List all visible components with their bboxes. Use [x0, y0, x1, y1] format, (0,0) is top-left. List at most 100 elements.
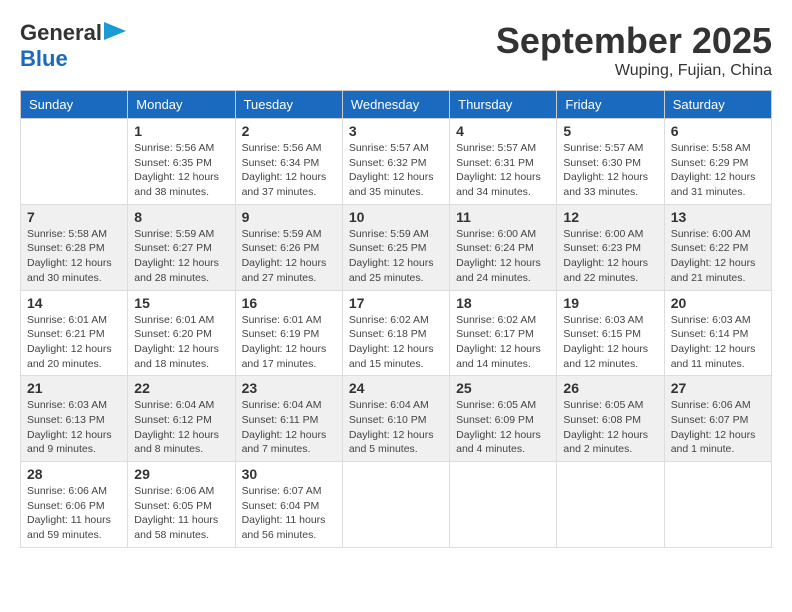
calendar-cell — [342, 462, 449, 548]
day-number: 10 — [349, 209, 443, 225]
day-number: 17 — [349, 295, 443, 311]
calendar-cell: 1 Sunrise: 5:56 AMSunset: 6:35 PMDaylight… — [128, 119, 235, 205]
day-number: 20 — [671, 295, 765, 311]
day-number: 26 — [563, 380, 657, 396]
day-number: 15 — [134, 295, 228, 311]
day-info: Sunrise: 5:56 AMSunset: 6:34 PMDaylight:… — [242, 141, 336, 200]
day-number: 21 — [27, 380, 121, 396]
calendar-cell: 30Sunrise: 6:07 AMSunset: 6:04 PMDayligh… — [235, 462, 342, 548]
calendar-header-row: SundayMondayTuesdayWednesdayThursdayFrid… — [21, 91, 772, 119]
calendar-cell: 4 Sunrise: 5:57 AMSunset: 6:31 PMDaylight… — [450, 119, 557, 205]
day-info: Sunrise: 6:05 AMSunset: 6:08 PMDaylight:… — [563, 398, 657, 457]
calendar-cell — [21, 119, 128, 205]
day-info: Sunrise: 6:02 AMSunset: 6:18 PMDaylight:… — [349, 313, 443, 372]
logo-text: General — [20, 20, 102, 46]
day-number: 29 — [134, 466, 228, 482]
calendar-cell: 22Sunrise: 6:04 AMSunset: 6:12 PMDayligh… — [128, 376, 235, 462]
calendar-cell: 5 Sunrise: 5:57 AMSunset: 6:30 PMDaylight… — [557, 119, 664, 205]
calendar-cell: 29 Sunrise: 6:06 AMSunset: 6:05 PMDayligh… — [128, 462, 235, 548]
day-number: 23 — [242, 380, 336, 396]
calendar-table: SundayMondayTuesdayWednesdayThursdayFrid… — [20, 90, 772, 548]
day-info: Sunrise: 6:00 AMSunset: 6:22 PMDaylight:… — [671, 227, 765, 286]
day-number: 7 — [27, 209, 121, 225]
calendar-cell: 6Sunrise: 5:58 AMSunset: 6:29 PMDaylight… — [664, 119, 771, 205]
day-number: 5 — [563, 123, 657, 139]
calendar-cell: 23 Sunrise: 6:04 AMSunset: 6:11 PMDayligh… — [235, 376, 342, 462]
day-number: 19 — [563, 295, 657, 311]
day-info: Sunrise: 6:03 AMSunset: 6:15 PMDaylight:… — [563, 313, 657, 372]
day-number: 12 — [563, 209, 657, 225]
calendar-cell: 7 Sunrise: 5:58 AMSunset: 6:28 PMDaylight… — [21, 204, 128, 290]
calendar-week-row: 7 Sunrise: 5:58 AMSunset: 6:28 PMDaylight… — [21, 204, 772, 290]
calendar-cell: 8 Sunrise: 5:59 AMSunset: 6:27 PMDaylight… — [128, 204, 235, 290]
weekday-header-tuesday: Tuesday — [235, 91, 342, 119]
day-info: Sunrise: 6:04 AMSunset: 6:11 PMDaylight:… — [242, 398, 336, 457]
day-info: Sunrise: 5:57 AMSunset: 6:32 PMDaylight:… — [349, 141, 443, 200]
day-info: Sunrise: 6:01 AMSunset: 6:20 PMDaylight:… — [134, 313, 228, 372]
calendar-cell: 14Sunrise: 6:01 AMSunset: 6:21 PMDayligh… — [21, 290, 128, 376]
calendar-cell: 19 Sunrise: 6:03 AMSunset: 6:15 PMDayligh… — [557, 290, 664, 376]
calendar-cell: 10 Sunrise: 5:59 AMSunset: 6:25 PMDayligh… — [342, 204, 449, 290]
day-number: 16 — [242, 295, 336, 311]
day-number: 27 — [671, 380, 765, 396]
day-info: Sunrise: 6:03 AMSunset: 6:14 PMDaylight:… — [671, 313, 765, 372]
calendar-week-row: 28Sunrise: 6:06 AMSunset: 6:06 PMDayligh… — [21, 462, 772, 548]
day-number: 13 — [671, 209, 765, 225]
day-number: 18 — [456, 295, 550, 311]
page-header: General Blue September 2025 Wuping, Fuji… — [20, 20, 772, 80]
day-number: 1 — [134, 123, 228, 139]
calendar-cell: 2 Sunrise: 5:56 AMSunset: 6:34 PMDaylight… — [235, 119, 342, 205]
day-info: Sunrise: 5:59 AMSunset: 6:26 PMDaylight:… — [242, 227, 336, 286]
day-info: Sunrise: 6:00 AMSunset: 6:23 PMDaylight:… — [563, 227, 657, 286]
logo-blue-text: Blue — [20, 46, 68, 71]
calendar-cell: 21 Sunrise: 6:03 AMSunset: 6:13 PMDayligh… — [21, 376, 128, 462]
day-number: 8 — [134, 209, 228, 225]
day-number: 6 — [671, 123, 765, 139]
weekday-header-saturday: Saturday — [664, 91, 771, 119]
location: Wuping, Fujian, China — [496, 62, 772, 80]
calendar-cell: 26 Sunrise: 6:05 AMSunset: 6:08 PMDayligh… — [557, 376, 664, 462]
day-info: Sunrise: 5:57 AMSunset: 6:30 PMDaylight:… — [563, 141, 657, 200]
calendar-cell: 20 Sunrise: 6:03 AMSunset: 6:14 PMDayligh… — [664, 290, 771, 376]
calendar-cell: 13 Sunrise: 6:00 AMSunset: 6:22 PMDayligh… — [664, 204, 771, 290]
weekday-header-thursday: Thursday — [450, 91, 557, 119]
calendar-cell: 18 Sunrise: 6:02 AMSunset: 6:17 PMDayligh… — [450, 290, 557, 376]
day-number: 11 — [456, 209, 550, 225]
calendar-cell: 11Sunrise: 6:00 AMSunset: 6:24 PMDayligh… — [450, 204, 557, 290]
day-number: 4 — [456, 123, 550, 139]
weekday-header-sunday: Sunday — [21, 91, 128, 119]
day-info: Sunrise: 5:59 AMSunset: 6:27 PMDaylight:… — [134, 227, 228, 286]
day-info: Sunrise: 6:06 AMSunset: 6:05 PMDaylight:… — [134, 484, 228, 543]
calendar-cell: 24 Sunrise: 6:04 AMSunset: 6:10 PMDayligh… — [342, 376, 449, 462]
calendar-week-row: 1 Sunrise: 5:56 AMSunset: 6:35 PMDaylight… — [21, 119, 772, 205]
day-number: 2 — [242, 123, 336, 139]
day-info: Sunrise: 6:03 AMSunset: 6:13 PMDaylight:… — [27, 398, 121, 457]
calendar-cell — [557, 462, 664, 548]
calendar-cell: 17 Sunrise: 6:02 AMSunset: 6:18 PMDayligh… — [342, 290, 449, 376]
weekday-header-monday: Monday — [128, 91, 235, 119]
day-number: 3 — [349, 123, 443, 139]
calendar-week-row: 14Sunrise: 6:01 AMSunset: 6:21 PMDayligh… — [21, 290, 772, 376]
calendar-week-row: 21 Sunrise: 6:03 AMSunset: 6:13 PMDayligh… — [21, 376, 772, 462]
calendar-cell — [450, 462, 557, 548]
calendar-cell: 25Sunrise: 6:05 AMSunset: 6:09 PMDayligh… — [450, 376, 557, 462]
logo-arrow-icon — [104, 22, 126, 40]
day-number: 14 — [27, 295, 121, 311]
day-info: Sunrise: 5:57 AMSunset: 6:31 PMDaylight:… — [456, 141, 550, 200]
logo: General Blue — [20, 20, 126, 72]
weekday-header-friday: Friday — [557, 91, 664, 119]
day-number: 22 — [134, 380, 228, 396]
title-section: September 2025 Wuping, Fujian, China — [496, 20, 772, 80]
day-number: 9 — [242, 209, 336, 225]
day-number: 25 — [456, 380, 550, 396]
day-info: Sunrise: 5:56 AMSunset: 6:35 PMDaylight:… — [134, 141, 228, 200]
day-info: Sunrise: 6:01 AMSunset: 6:19 PMDaylight:… — [242, 313, 336, 372]
day-info: Sunrise: 5:58 AMSunset: 6:28 PMDaylight:… — [27, 227, 121, 286]
day-info: Sunrise: 5:59 AMSunset: 6:25 PMDaylight:… — [349, 227, 443, 286]
calendar-cell: 27Sunrise: 6:06 AMSunset: 6:07 PMDayligh… — [664, 376, 771, 462]
calendar-cell: 16 Sunrise: 6:01 AMSunset: 6:19 PMDayligh… — [235, 290, 342, 376]
day-number: 24 — [349, 380, 443, 396]
day-info: Sunrise: 6:02 AMSunset: 6:17 PMDaylight:… — [456, 313, 550, 372]
calendar-cell — [664, 462, 771, 548]
day-info: Sunrise: 6:04 AMSunset: 6:10 PMDaylight:… — [349, 398, 443, 457]
